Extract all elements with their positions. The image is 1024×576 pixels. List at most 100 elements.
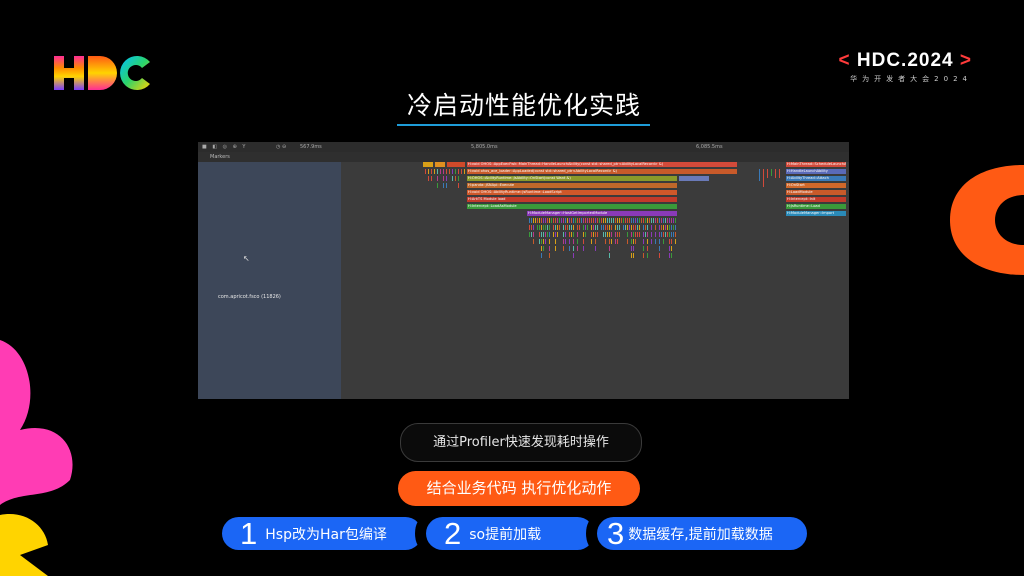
flame-tick [541, 225, 542, 230]
flame-tick [549, 232, 550, 237]
flame-tick [643, 246, 644, 251]
bracket-right: > [959, 50, 972, 71]
flame-tick [553, 232, 554, 237]
flame-tick [583, 239, 584, 244]
flame-tick [633, 253, 634, 258]
flame-tick [595, 218, 596, 223]
flame-tick [529, 232, 530, 237]
flame-tick [635, 232, 636, 237]
flame-tick [569, 218, 570, 223]
flame-tick [461, 169, 462, 174]
slide-title: 冷启动性能优化实践 [406, 91, 641, 120]
flame-tick [605, 218, 606, 223]
flame-tick [611, 239, 612, 244]
flame-tick [647, 246, 648, 251]
flame-tick [663, 232, 664, 237]
flame-tick [553, 225, 554, 230]
flame-tick [585, 232, 586, 237]
flame-tick [627, 218, 628, 223]
flame-tick [603, 218, 604, 223]
flame-tick [567, 225, 568, 230]
flame-tick [647, 253, 648, 258]
profiler-tip-pill: 通过Profiler快速发现耗时操作 [400, 423, 642, 462]
flame-tick [631, 225, 632, 230]
flame-tick [669, 232, 670, 237]
flame-tick [555, 246, 556, 251]
flame-tick [425, 169, 426, 174]
flame-tick [581, 218, 582, 223]
flame-tick [529, 218, 530, 223]
flame-tick [613, 218, 614, 223]
decorative-shape-right [950, 165, 1024, 275]
flame-tick [779, 169, 780, 178]
flame-tick [617, 218, 618, 223]
decorative-shapes-left [0, 340, 73, 576]
flame-tick [573, 239, 574, 244]
flame-tick [597, 218, 598, 223]
flame-tick [551, 218, 552, 223]
flame-tick [659, 253, 660, 258]
flame-tick [549, 253, 550, 258]
flame-tick [767, 169, 768, 178]
toolbar-icons[interactable]: ■ ◧ ◎ ⊕ Y [202, 144, 247, 150]
flame-tick [583, 232, 584, 237]
flame-tick [601, 225, 602, 230]
flame-tick [585, 225, 586, 230]
flame-tick [609, 239, 610, 244]
flame-tick [577, 232, 578, 237]
flame-tick [645, 232, 646, 237]
flame-tick [609, 253, 610, 258]
flame-tick [589, 218, 590, 223]
flame-tick [617, 232, 618, 237]
flame-tick [629, 225, 630, 230]
flame-tick [625, 218, 626, 223]
flame-tick [665, 225, 666, 230]
flame-tick [631, 218, 632, 223]
flame-tick [557, 225, 558, 230]
flame-tick [651, 232, 652, 237]
flame-tick [775, 169, 776, 178]
flame-tick [627, 239, 628, 244]
flame-tick [659, 239, 660, 244]
flame-tick [573, 225, 574, 230]
flame-tick [565, 239, 566, 244]
flame-tick [555, 218, 556, 223]
flame-tick [617, 239, 618, 244]
flame-tick [443, 176, 444, 181]
flame-tick [669, 246, 670, 251]
flame-tick [627, 232, 628, 237]
flame-tick [443, 169, 444, 174]
flame-tick [671, 246, 672, 251]
flame-tick [621, 218, 622, 223]
flame-tick [607, 232, 608, 237]
flame-tick [553, 218, 554, 223]
flame-tick [569, 246, 570, 251]
flame-tick [625, 225, 626, 230]
flame-tick [555, 225, 556, 230]
flame-tick [583, 218, 584, 223]
flame-tick [663, 239, 664, 244]
flame-tick [547, 232, 548, 237]
flame-tick [665, 218, 666, 223]
flame-tick [595, 239, 596, 244]
flame-tick [541, 239, 542, 244]
flame-tick [545, 225, 546, 230]
flame-tick [569, 225, 570, 230]
flame-tick [531, 218, 532, 223]
flame-tick [651, 225, 652, 230]
flame-tick [675, 232, 676, 237]
flame-tick [434, 169, 435, 174]
flame-tick [547, 218, 548, 223]
flame-tick [543, 232, 544, 237]
flame-tick [541, 232, 542, 237]
flame-tick [647, 225, 648, 230]
flame-tick [541, 218, 542, 223]
flame-tick [431, 169, 432, 174]
flame-tick [653, 218, 654, 223]
step-text: so提前加载 [469, 526, 542, 543]
flame-tick [549, 239, 550, 244]
step-number: 1 [240, 516, 258, 551]
flame-tick [563, 218, 564, 223]
flame-tick [446, 183, 447, 188]
zoom-controls-icon[interactable]: ◷ ⊖ [276, 144, 286, 150]
